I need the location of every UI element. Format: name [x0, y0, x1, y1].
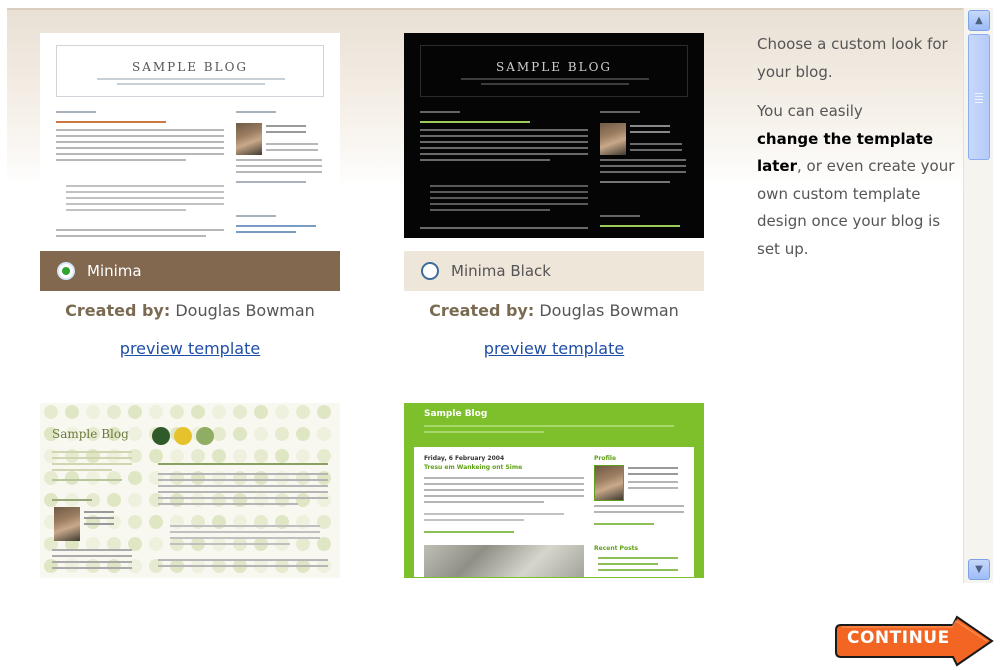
thumb-avatar [600, 123, 626, 155]
chevron-up-icon: ▲ [975, 14, 983, 26]
decor-dot [86, 405, 100, 419]
template-gallery: SAMPLE BLOG Minima Created by: Douglas B… [7, 8, 963, 583]
decor-dot [317, 493, 331, 507]
decor-dot [191, 405, 205, 419]
decor-dot [149, 449, 163, 463]
radio-button[interactable] [57, 262, 75, 280]
decor-dot [317, 449, 331, 463]
decor-dot [86, 471, 100, 485]
decor-dot [254, 405, 268, 419]
decor-dot [296, 405, 310, 419]
thumb-avatar [54, 507, 80, 541]
creator-name: Douglas Bowman [175, 301, 315, 320]
continue-label: CONTINUE [847, 628, 950, 648]
decor-dot [170, 449, 184, 463]
decor-dot [149, 405, 163, 419]
decor-dot [44, 405, 58, 419]
thumb-title: Sample Blog [424, 409, 488, 419]
decor-dot [254, 427, 268, 441]
thumb-content: Friday, 6 February 2004 Tresu em Wankein… [414, 447, 694, 577]
info-line-1: Choose a custom look for your blog. [757, 35, 948, 81]
decor-dot [296, 427, 310, 441]
thumb-title: SAMPLE BLOG [131, 60, 248, 74]
decor-dot [149, 537, 163, 551]
decor-dot [44, 471, 58, 485]
decor-dot [65, 405, 79, 419]
decor-dot [128, 427, 142, 441]
accent-dot [174, 427, 192, 445]
creator-label: Created by: [65, 301, 171, 320]
decor-dot [233, 449, 247, 463]
radio-option-minima-black[interactable]: Minima Black [404, 251, 704, 291]
thumb-date: Friday, 6 February 2004 [424, 455, 505, 462]
decor-dot [170, 405, 184, 419]
info-line-2: You can easily change the template later,… [757, 102, 955, 258]
template-name: Minima [87, 262, 142, 280]
dots-thumbnail[interactable]: Sample Blog [40, 403, 340, 578]
decor-dot [128, 493, 142, 507]
decor-dot [275, 405, 289, 419]
chevron-down-icon: ▼ [975, 563, 983, 575]
decor-dot [107, 405, 121, 419]
thumb-post-title: Tresu em Wankeing ont Sime [424, 464, 523, 471]
thumb-recent-heading: Recent Posts [594, 545, 639, 552]
decor-dot [128, 515, 142, 529]
decor-dot [317, 427, 331, 441]
minima-black-thumbnail[interactable]: SAMPLE BLOG [404, 33, 704, 238]
vertical-scrollbar[interactable]: ▲ ▼ [963, 8, 993, 583]
decor-dot [317, 537, 331, 551]
decor-dot [296, 537, 310, 551]
continue-button[interactable]: CONTINUE [835, 615, 995, 667]
thumb-profile-heading: Profile [594, 455, 617, 462]
thumb-title: SAMPLE BLOG [495, 60, 612, 74]
accent-dot [196, 427, 214, 445]
decor-dot [233, 427, 247, 441]
creator-line: Created by: Douglas Bowman [404, 301, 704, 320]
decor-dot [128, 471, 142, 485]
decor-dot [212, 405, 226, 419]
decor-dot [233, 405, 247, 419]
thumb-header: SAMPLE BLOG [420, 45, 688, 97]
decor-dot [296, 493, 310, 507]
thumb-header: SAMPLE BLOG [56, 45, 324, 97]
green-thumbnail[interactable]: Sample Blog Friday, 6 February 2004 Tres… [404, 403, 704, 578]
decor-dot [149, 515, 163, 529]
minima-thumbnail[interactable]: SAMPLE BLOG [40, 33, 340, 248]
decor-dot [191, 449, 205, 463]
decor-dot [254, 449, 268, 463]
decor-dot [65, 471, 79, 485]
thumb-avatar [236, 123, 262, 155]
decor-dot [275, 449, 289, 463]
decor-dot [128, 405, 142, 419]
radio-button[interactable] [421, 262, 439, 280]
scroll-down-button[interactable]: ▼ [968, 559, 990, 580]
preview-template-link[interactable]: preview template [40, 339, 340, 358]
decor-dot [107, 493, 121, 507]
scroll-thumb[interactable] [968, 34, 990, 160]
thumb-avatar [594, 465, 624, 501]
scroll-up-button[interactable]: ▲ [968, 10, 990, 31]
info-text: Choose a custom look for your blog. You … [757, 31, 957, 263]
accent-dot [152, 427, 170, 445]
decor-dot [212, 427, 226, 441]
decor-dot [275, 427, 289, 441]
radio-option-minima[interactable]: Minima [40, 251, 340, 291]
decor-dot [107, 471, 121, 485]
decor-dot [317, 405, 331, 419]
thumb-title: Sample Blog [52, 427, 129, 441]
template-name: Minima Black [451, 262, 551, 280]
creator-name: Douglas Bowman [539, 301, 679, 320]
creator-line: Created by: Douglas Bowman [40, 301, 340, 320]
preview-template-link[interactable]: preview template [404, 339, 704, 358]
creator-label: Created by: [429, 301, 535, 320]
decor-dot [212, 449, 226, 463]
gallery-top-border [7, 8, 963, 10]
decor-dot [296, 449, 310, 463]
